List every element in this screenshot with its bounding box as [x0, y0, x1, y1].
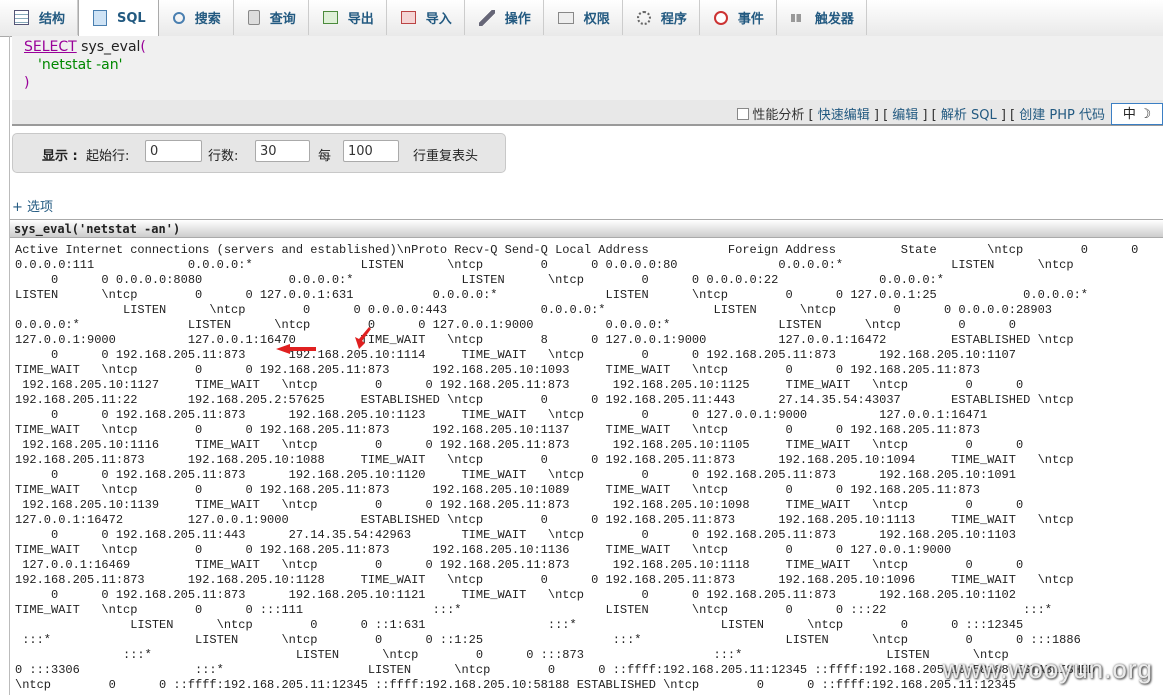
tab-triggers[interactable]: 触发器 [777, 0, 867, 35]
tab-query[interactable]: 查询 [234, 0, 309, 35]
edit-link[interactable]: 编辑 [892, 108, 918, 123]
tab-events[interactable]: 事件 [700, 0, 777, 35]
search-icon [172, 11, 185, 24]
result-line: TIME_WAIT \ntcp 0 0 192.168.205.11:873 1… [15, 543, 952, 557]
content-border [9, 36, 10, 695]
result-line: 192.168.205.11:22 192.168.205.2:57625 ES… [15, 393, 1074, 407]
create-php-link[interactable]: 创建 PHP 代码 [1019, 108, 1105, 123]
tab-label: 导出 [347, 12, 374, 27]
result-line: 127.0.0.1:16472 127.0.0.1:9000 ESTABLISH… [15, 513, 1074, 527]
result-line: 192.168.205.11:873 192.168.205.10:1128 T… [15, 573, 1074, 587]
tab-export[interactable]: 导出 [309, 0, 387, 35]
result-line: 0 0 192.168.205.11:873 192.168.205.10:11… [15, 588, 1016, 602]
tab-label: 权限 [583, 12, 610, 27]
navigation-box: 显示 : 起始行: 0 行数: 30 每 100 行重复表头 [12, 133, 506, 173]
result-line: 192.168.205.10:1116 TIME_WAIT \ntcp 0 0 … [15, 438, 1024, 452]
result-line: TIME_WAIT \ntcp 0 0 :::111 :::* LISTEN \… [15, 603, 1052, 617]
show-label: 显示 : [42, 149, 78, 164]
inline-edit-link[interactable]: 快速编辑 [818, 108, 870, 123]
result-line: 0 0 192.168.205.11:873 192.168.205.10:11… [15, 348, 1016, 362]
tab-label: 事件 [737, 12, 764, 27]
triggers-icon [790, 13, 805, 22]
tab-label: 操作 [504, 12, 531, 27]
repeat-header-input[interactable]: 100 [343, 140, 399, 162]
watermark: www.wooyun.org [942, 654, 1153, 684]
routines-icon [636, 10, 651, 25]
profiling-label: 性能分析 [752, 108, 805, 123]
result-line: LISTEN \ntcp 0 0 0.0.0.0:443 0.0.0.0:* L… [15, 303, 1052, 317]
result-line: LISTEN \ntcp 0 0 127.0.0.1:631 0.0.0.0:*… [15, 288, 1088, 302]
every-label: 每 [318, 149, 332, 164]
result-line: 0 0 192.168.205.11:873 192.168.205.10:11… [15, 468, 1016, 482]
tab-sql[interactable]: SQL [78, 0, 159, 36]
privileges-icon [557, 11, 574, 24]
rows-label: 行数: [208, 149, 239, 164]
tab-label: 查询 [269, 12, 296, 27]
result-line: 192.168.205.11:873 192.168.205.10:1088 T… [15, 453, 1074, 467]
red-arrow-icon [355, 327, 371, 349]
tab-label: 搜索 [194, 12, 221, 27]
tab-search[interactable]: 搜索 [159, 0, 234, 35]
result-line: 0.0.0.0:* LISTEN \ntcp 0 0 127.0.0.1:900… [15, 318, 1016, 332]
rows-input[interactable]: 30 [255, 140, 310, 162]
ime-indicator[interactable]: 中 ☽ [1111, 103, 1163, 125]
sql-function: sys_eval [81, 39, 141, 55]
result-line: 127.0.0.1:16469 TIME_WAIT \ntcp 0 0 192.… [15, 558, 1024, 572]
result-line: Active Internet connections (servers and… [15, 243, 1139, 257]
sql-keyword[interactable]: SELECT [24, 39, 77, 55]
start-row-input[interactable]: 0 [145, 140, 202, 162]
result-cell: Active Internet connections (servers and… [15, 243, 1163, 695]
export-icon [322, 11, 338, 24]
tab-label: 结构 [39, 12, 66, 27]
result-line: LISTEN \ntcp 0 0 ::1:631 :::* LISTEN \nt… [15, 618, 1024, 632]
query-icon [247, 10, 260, 25]
result-line: TIME_WAIT \ntcp 0 0 192.168.205.11:873 1… [15, 483, 980, 497]
sql-options-links: 性能分析 [ 快速编辑 ] [ 编辑 ] [ 解析 SQL ] [ 创建 PHP… [737, 104, 1105, 123]
sql-query-box[interactable]: SELECT sys_eval( 'netstat -an' ) [12, 36, 1163, 100]
explain-sql-link[interactable]: 解析 SQL [941, 108, 997, 123]
tab-label: SQL [117, 10, 146, 26]
sql-open-paren: ( [140, 39, 146, 55]
red-arrow-icon [276, 344, 316, 354]
tab-structure[interactable]: 结构 [0, 0, 79, 35]
repeat-header-label: 行重复表头 [413, 149, 479, 164]
result-line: 0.0.0.0:111 0.0.0.0:* LISTEN \ntcp 0 0 0… [15, 258, 1074, 272]
result-line: 192.168.205.10:1139 TIME_WAIT \ntcp 0 0 … [15, 498, 1024, 512]
sql-options-bar: 性能分析 [ 快速编辑 ] [ 编辑 ] [ 解析 SQL ] [ 创建 PHP… [12, 100, 1163, 126]
import-icon [400, 11, 416, 24]
tab-privileges[interactable]: 权限 [544, 0, 623, 35]
events-icon [713, 10, 728, 25]
sql-argument: 'netstat -an' [38, 57, 123, 73]
column-header[interactable]: sys_eval('netstat -an') [10, 219, 1163, 238]
options-toggle[interactable]: + 选项 [12, 196, 53, 215]
result-line: 192.168.205.10:1127 TIME_WAIT \ntcp 0 0 … [15, 378, 1024, 392]
profiling-checkbox[interactable] [737, 108, 750, 120]
sql-icon [93, 10, 108, 26]
result-line: 0 0 192.168.205.11:873 192.168.205.10:11… [15, 408, 988, 422]
result-line: :::* LISTEN \ntcp 0 0 ::1:25 :::* LISTEN… [15, 633, 1081, 647]
tab-label: 触发器 [814, 12, 854, 27]
table-icon [14, 10, 29, 25]
tab-import[interactable]: 导入 [387, 0, 465, 35]
tab-bar: 结构 SQL 搜索 查询 导出 导入 操作 权限 程序 事件 触发器 [0, 0, 1163, 37]
result-line: 0 0 0.0.0.0:8080 0.0.0.0:* LISTEN \ntcp … [15, 273, 944, 287]
sql-close-paren: ) [24, 75, 30, 91]
result-line: TIME_WAIT \ntcp 0 0 192.168.205.11:873 1… [15, 363, 980, 377]
result-line: TIME_WAIT \ntcp 0 0 192.168.205.11:873 1… [15, 423, 980, 437]
sql-code: SELECT sys_eval( 'netstat -an' ) [24, 38, 146, 92]
tab-label: 导入 [425, 12, 452, 27]
result-line: 0 0 192.168.205.11:443 27.14.35.54:42963… [15, 528, 1016, 542]
wrench-icon [478, 9, 495, 26]
tab-routines[interactable]: 程序 [623, 0, 700, 35]
tab-operations[interactable]: 操作 [465, 0, 544, 35]
result-line: 127.0.0.1:9000 127.0.0.1:16470 TIME_WAIT… [15, 333, 1074, 347]
tab-label: 程序 [660, 12, 687, 27]
start-row-label: 起始行: [86, 149, 130, 164]
